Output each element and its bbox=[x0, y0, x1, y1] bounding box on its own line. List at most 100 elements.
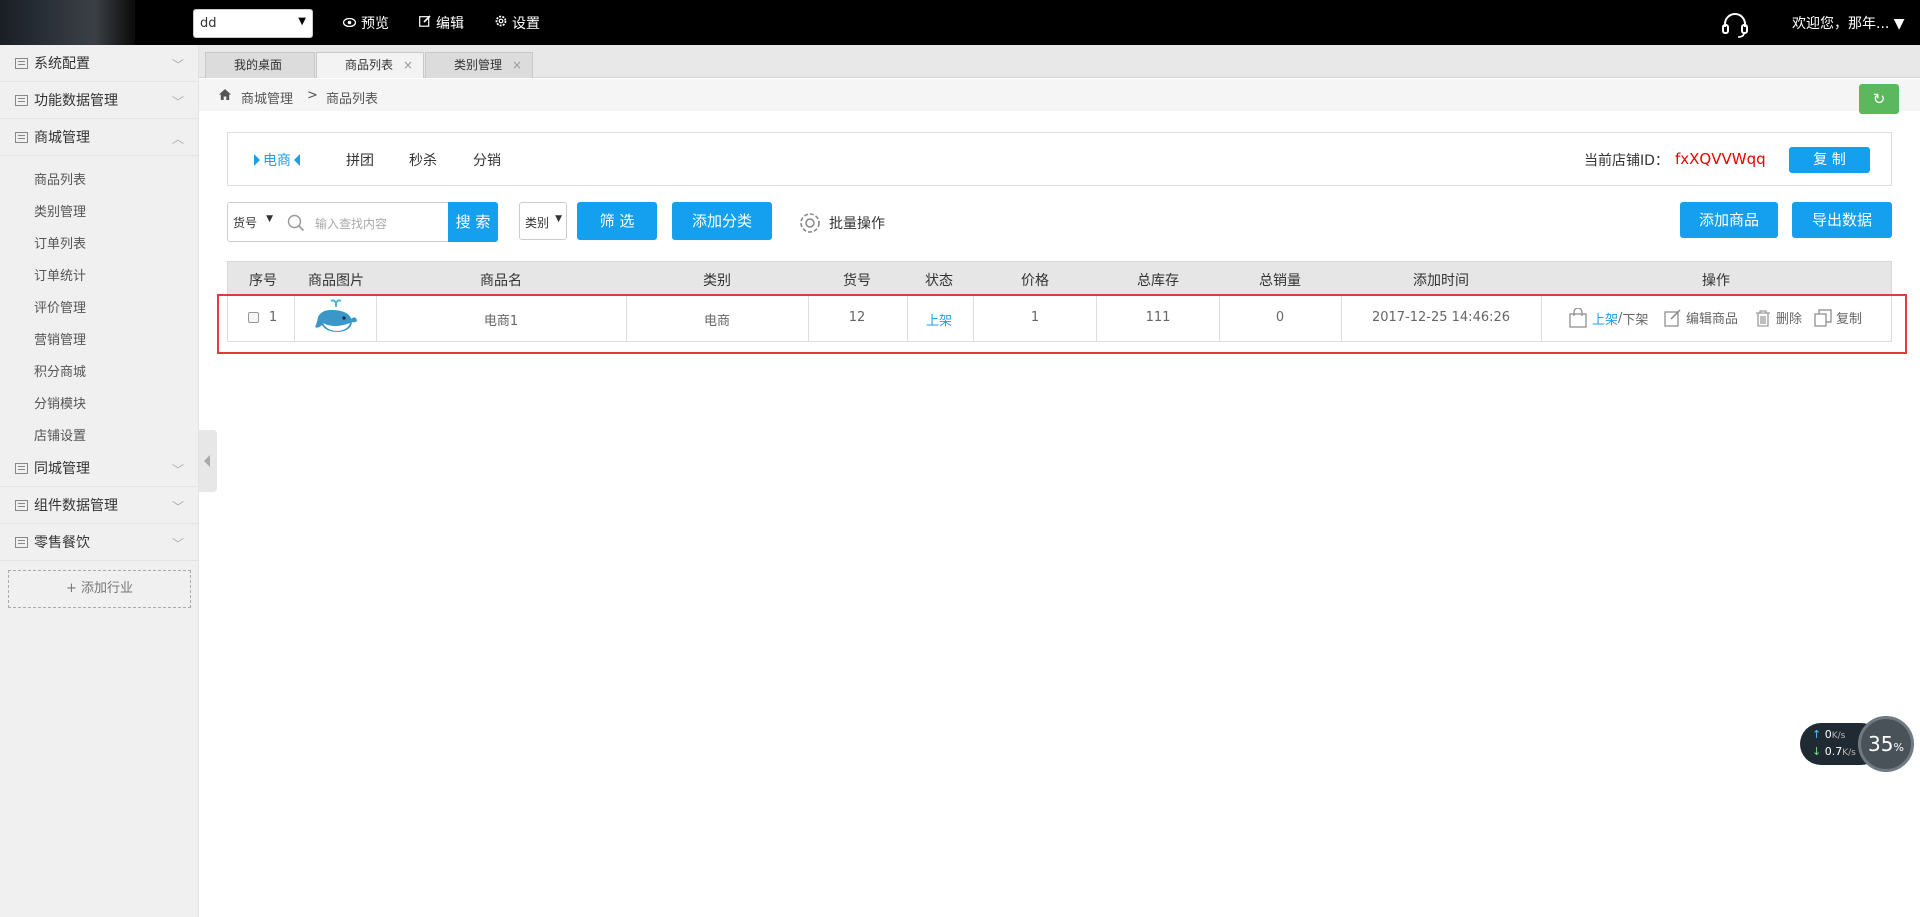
breadcrumb-separator: > bbox=[307, 88, 318, 103]
close-icon[interactable]: × bbox=[403, 53, 413, 77]
arrow-down-icon: ↓ bbox=[1812, 745, 1822, 758]
edit-button[interactable]: 编辑 bbox=[419, 0, 464, 45]
top-bar: dd ▼ 预览 编辑 设置 欢迎您，那年... ▼ bbox=[0, 0, 1920, 45]
home-icon bbox=[219, 89, 231, 104]
chevron-up-icon: ︿ bbox=[171, 132, 184, 146]
sidebar-item-label: 零售餐饮 bbox=[34, 535, 90, 551]
sidebar-item-label: 商城管理 bbox=[34, 130, 90, 146]
chevron-down-icon: ﹀ bbox=[171, 537, 184, 551]
caret-down-icon: ▼ bbox=[1889, 16, 1905, 32]
category-filter-select[interactable]: 类别 ▼ bbox=[519, 202, 567, 240]
download-speed-unit: K/s bbox=[1842, 748, 1856, 758]
search-input[interactable]: 输入查找内容 bbox=[277, 202, 449, 242]
sidebar-item-retail-dining[interactable]: 零售餐饮 ﹀ bbox=[0, 524, 198, 561]
tab-product-list[interactable]: 商品列表 × bbox=[316, 52, 424, 78]
caret-left-icon bbox=[294, 154, 300, 166]
chevron-down-icon: ﹀ bbox=[171, 95, 184, 109]
gear-icon bbox=[800, 213, 820, 233]
column-header-stock: 总库存 bbox=[1137, 273, 1179, 289]
tab-ecommerce[interactable]: 电商 bbox=[254, 150, 300, 170]
breadcrumb-current: 商品列表 bbox=[326, 92, 379, 107]
batch-operation-button[interactable]: 批量操作 bbox=[797, 210, 885, 236]
refresh-button[interactable]: ↻ bbox=[1859, 84, 1899, 114]
memory-usage-value: 35 bbox=[1868, 732, 1894, 756]
search-button[interactable]: 搜 索 bbox=[448, 202, 498, 242]
sidebar-collapse-handle[interactable] bbox=[199, 430, 217, 492]
tab-distribution[interactable]: 分销 bbox=[473, 150, 501, 170]
column-header-actions: 操作 bbox=[1702, 273, 1730, 289]
shop-id-value: fxXQVVWqq bbox=[1675, 150, 1766, 168]
add-industry-button[interactable]: + 添加行业 bbox=[8, 570, 191, 608]
breadcrumb-parent[interactable]: 商城管理 bbox=[241, 88, 293, 107]
sidebar-subitem-marketing[interactable]: 营销管理 bbox=[0, 322, 198, 354]
category-filter-value: 类别 bbox=[525, 216, 550, 230]
logo bbox=[0, 0, 135, 45]
headset-icon[interactable] bbox=[1721, 11, 1749, 38]
menu-icon bbox=[15, 536, 28, 548]
sidebar-item-label: 组件数据管理 bbox=[34, 498, 118, 514]
preview-label: 预览 bbox=[361, 15, 389, 32]
welcome-text: 欢迎您，那年... bbox=[1792, 16, 1890, 32]
sidebar-subitem-points-mall[interactable]: 积分商城 bbox=[0, 354, 198, 386]
column-header-sku: 货号 bbox=[843, 273, 871, 289]
memory-usage-unit: % bbox=[1893, 741, 1904, 754]
category-tabs-panel: 电商 拼团 秒杀 分销 当前店铺ID： fxXQVVWqq 复 制 bbox=[227, 132, 1892, 186]
download-speed: ↓ 0.7K/s bbox=[1812, 745, 1856, 758]
memory-usage-ball[interactable]: 35% bbox=[1858, 716, 1914, 772]
arrow-up-icon: ↑ bbox=[1812, 728, 1822, 741]
column-header-category: 类别 bbox=[703, 273, 731, 289]
row-highlight-box bbox=[217, 294, 1907, 354]
sidebar-item-component-data[interactable]: 组件数据管理 ﹀ bbox=[0, 487, 198, 524]
user-menu[interactable]: 欢迎您，那年... ▼ bbox=[1792, 13, 1905, 33]
edit-icon bbox=[419, 15, 431, 30]
filter-button[interactable]: 筛 选 bbox=[577, 202, 657, 240]
refresh-icon: ↻ bbox=[1872, 90, 1886, 108]
add-category-button[interactable]: 添加分类 bbox=[672, 202, 772, 240]
menu-icon bbox=[15, 462, 28, 474]
column-header-status: 状态 bbox=[925, 273, 953, 289]
column-header-image: 商品图片 bbox=[308, 273, 364, 289]
sidebar-item-system-config[interactable]: 系统配置 ﹀ bbox=[0, 45, 198, 82]
preview-button[interactable]: 预览 bbox=[342, 0, 389, 45]
close-icon[interactable]: × bbox=[512, 53, 522, 77]
sidebar-item-mall-management[interactable]: 商城管理 ︿ bbox=[0, 119, 198, 156]
chevron-down-icon: ﹀ bbox=[171, 500, 184, 514]
sidebar-item-city[interactable]: 同城管理 ﹀ bbox=[0, 450, 198, 487]
sidebar: 系统配置 ﹀ 功能数据管理 ﹀ 商城管理 ︿ 商品列表 类别管理 订单列表 订单… bbox=[0, 45, 199, 917]
sidebar-item-feature-data[interactable]: 功能数据管理 ﹀ bbox=[0, 82, 198, 119]
shop-selector[interactable]: dd ▼ bbox=[193, 9, 313, 38]
menu-icon bbox=[15, 94, 28, 106]
shop-id-label: 当前店铺ID： bbox=[1584, 153, 1669, 169]
sidebar-subitem-review-management[interactable]: 评价管理 bbox=[0, 290, 198, 322]
sidebar-subitem-distribution[interactable]: 分销模块 bbox=[0, 386, 198, 418]
tab-label: 我的桌面 bbox=[234, 58, 283, 72]
search-field-select[interactable]: 货号 ▼ bbox=[227, 202, 278, 242]
sidebar-subitem-store-settings[interactable]: 店铺设置 bbox=[0, 418, 198, 450]
export-data-button[interactable]: 导出数据 bbox=[1792, 202, 1892, 238]
upload-speed: ↑ 0K/s bbox=[1812, 728, 1845, 741]
column-header-price: 价格 bbox=[1021, 273, 1049, 289]
chevron-down-icon: ﹀ bbox=[171, 463, 184, 477]
table-header: 序号 商品图片 商品名 类别 货号 状态 价格 总库存 总销量 添加时间 操作 bbox=[227, 261, 1892, 295]
tab-my-desktop[interactable]: 我的桌面 bbox=[205, 52, 315, 78]
add-product-button[interactable]: 添加商品 bbox=[1680, 202, 1778, 238]
sidebar-subitem-order-list[interactable]: 订单列表 bbox=[0, 226, 198, 258]
tab-label: 类别管理 bbox=[454, 58, 503, 72]
upload-speed-value: 0 bbox=[1824, 728, 1832, 741]
sidebar-subitem-order-stats[interactable]: 订单统计 bbox=[0, 258, 198, 290]
tab-label: 商品列表 bbox=[345, 58, 394, 72]
shop-selector-value: dd bbox=[200, 16, 217, 31]
search-field-value: 货号 bbox=[233, 216, 258, 230]
tab-label: 电商 bbox=[263, 153, 291, 169]
tab-group-buy[interactable]: 拼团 bbox=[346, 150, 374, 170]
settings-button[interactable]: 设置 bbox=[495, 0, 540, 45]
sidebar-item-label: 系统配置 bbox=[34, 56, 90, 72]
caret-down-icon: ▼ bbox=[555, 214, 562, 224]
copy-shop-id-button[interactable]: 复 制 bbox=[1789, 147, 1870, 173]
tab-category-management[interactable]: 类别管理 × bbox=[425, 52, 533, 78]
tab-flash-sale[interactable]: 秒杀 bbox=[409, 150, 437, 170]
column-header-name: 商品名 bbox=[480, 273, 522, 289]
sidebar-subitem-product-list[interactable]: 商品列表 bbox=[0, 162, 198, 194]
sidebar-subitem-category-management[interactable]: 类别管理 bbox=[0, 194, 198, 226]
chevron-down-icon: ﹀ bbox=[171, 58, 184, 72]
